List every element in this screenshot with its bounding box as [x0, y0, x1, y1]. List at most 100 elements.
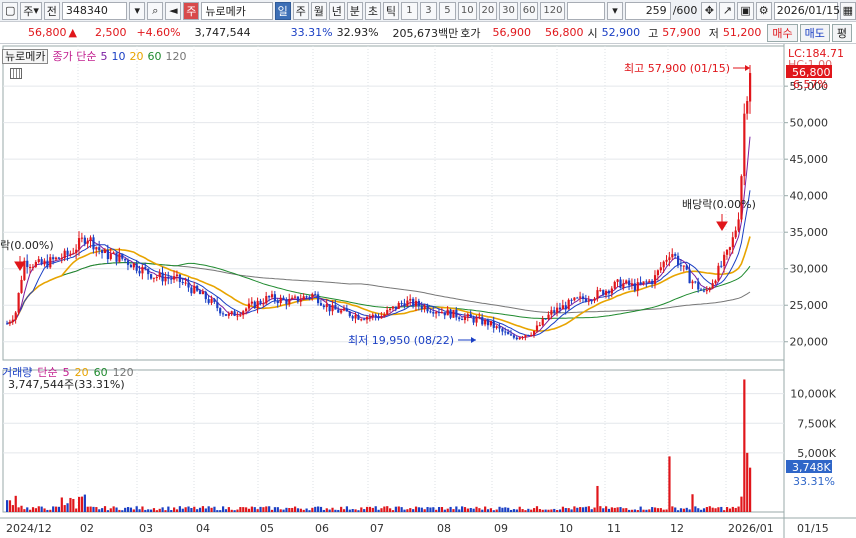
volume-bar	[599, 506, 602, 512]
volume-bar	[147, 509, 150, 512]
period-week[interactable]: 주	[292, 1, 309, 20]
volume-bar	[250, 506, 253, 512]
stock-name-legend[interactable]: 뉴로메카	[2, 48, 49, 64]
candle-body	[161, 272, 164, 282]
zoom-icon[interactable]: ✥	[701, 1, 718, 20]
period-day[interactable]: 일	[274, 1, 291, 20]
gear-icon[interactable]: ⚙	[755, 1, 772, 20]
volume-bar	[155, 510, 158, 512]
candle-body	[43, 260, 46, 265]
period-second[interactable]: 초	[364, 1, 381, 20]
candle-body	[164, 277, 167, 282]
candle-body	[72, 253, 75, 255]
interval-dropdown-icon[interactable]: ▾	[607, 1, 624, 20]
volume-bar	[429, 507, 432, 512]
volume-bar	[584, 506, 588, 512]
candle-body	[14, 312, 17, 320]
candle-body	[558, 307, 562, 310]
draw-tool-icon[interactable]: ↗	[719, 1, 736, 20]
stock-name-field[interactable]: 뉴로메카	[201, 1, 273, 20]
candle-body	[509, 334, 513, 336]
candle-body	[75, 249, 78, 254]
interval-3[interactable]: 3	[419, 1, 437, 20]
calendar-icon[interactable]: ▦	[839, 1, 856, 20]
candle-body	[141, 266, 144, 274]
stock-type-icon[interactable]: 주	[183, 1, 200, 20]
chevron-down-icon: ▾	[33, 4, 39, 17]
volume-bar	[403, 509, 406, 512]
volume-bar	[173, 507, 176, 512]
interval-10[interactable]: 10	[457, 1, 477, 20]
x-tick-label: 09	[494, 522, 508, 535]
market-select[interactable]: 주 ▾	[20, 1, 42, 20]
volume-bar	[504, 507, 507, 512]
volume-bar	[115, 507, 118, 512]
candle-body	[167, 277, 170, 279]
candle-body	[193, 285, 196, 294]
candle-body	[389, 308, 392, 310]
period-minute[interactable]: 분	[346, 1, 363, 20]
interval-30[interactable]: 30	[499, 1, 518, 20]
sell-button[interactable]: 매도	[799, 23, 830, 42]
ratio: 32.93%	[336, 26, 379, 39]
candle-body	[478, 317, 481, 319]
candle-body	[639, 282, 642, 284]
candle-body	[406, 300, 409, 307]
search-icon[interactable]: ⌕	[147, 1, 164, 20]
candle-body	[512, 335, 516, 338]
window-icon[interactable]: ▢	[2, 1, 19, 20]
period-month[interactable]: 월	[310, 1, 327, 20]
volume-bar	[129, 507, 133, 512]
volume-bar	[247, 508, 251, 512]
custom-interval-input[interactable]	[567, 1, 606, 20]
candle-body	[567, 299, 570, 310]
candle-body	[397, 302, 400, 309]
code-dropdown-icon[interactable]: ▾	[129, 1, 146, 20]
interval-120[interactable]: 120	[540, 1, 566, 20]
candle-body	[576, 297, 579, 299]
candle-body	[417, 300, 421, 307]
ma5-label: 5	[100, 49, 108, 63]
period-tick[interactable]: 틱	[382, 1, 399, 20]
date-input[interactable]: 2026/01/15	[773, 1, 840, 20]
eval-button[interactable]: 평	[831, 23, 853, 42]
candle-body	[573, 297, 576, 301]
save-icon[interactable]: ▣	[737, 1, 754, 20]
count-input[interactable]: 259	[625, 1, 671, 20]
low-label: 저	[708, 26, 719, 40]
candle-body	[124, 258, 127, 261]
volume-bar	[126, 507, 130, 512]
table-icon[interactable]	[10, 68, 22, 79]
candle-body	[69, 253, 72, 255]
volume-bar	[461, 506, 464, 512]
interval-20[interactable]: 20	[478, 1, 498, 20]
volume-bar	[610, 507, 613, 512]
interval-5[interactable]: 5	[438, 1, 456, 20]
candle-body	[34, 262, 37, 267]
code-input[interactable]: 348340	[61, 1, 128, 20]
candle-body	[60, 258, 63, 260]
buy-button[interactable]: 매수	[767, 23, 798, 42]
volume-bar	[653, 507, 657, 512]
volume-bar	[656, 508, 660, 512]
volume-bar	[331, 507, 334, 512]
count-total: /600	[672, 4, 698, 17]
candle-body	[668, 257, 671, 260]
interval-1[interactable]: 1	[400, 1, 418, 20]
market-sub-button[interactable]: 전	[43, 1, 60, 20]
interval-60[interactable]: 60	[519, 1, 539, 20]
volume-bar	[305, 508, 308, 512]
candle-body	[357, 315, 360, 320]
volume-bar	[400, 507, 403, 512]
candle-body	[714, 280, 717, 284]
volume-bar	[103, 506, 107, 512]
volume-bar	[340, 506, 343, 512]
volume-bar	[69, 497, 72, 512]
volume-bar	[75, 508, 78, 512]
period-year[interactable]: 년	[328, 1, 345, 20]
candle-body	[720, 265, 723, 267]
candle-body	[498, 326, 501, 329]
volume-bar	[481, 509, 484, 512]
price-chart[interactable]: 2024/12 02 03 04 05 06 07 08 09 10 11 12 2026/01 01/1…	[0, 44, 856, 538]
speaker-icon[interactable]: ◄	[165, 1, 182, 20]
